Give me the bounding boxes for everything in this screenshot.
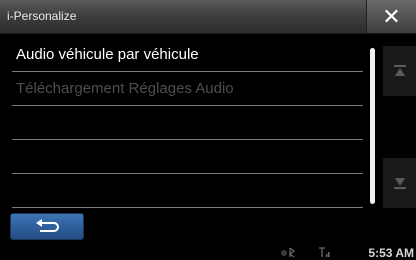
status-bar: 5:53 AM: [0, 246, 416, 260]
bluetooth-icon: [281, 247, 295, 258]
scroll-thumb[interactable]: [370, 48, 375, 204]
list-item-telechargement: Téléchargement Réglages Audio: [12, 72, 363, 106]
scroll-track[interactable]: [370, 48, 375, 204]
settings-list: Audio véhicule par véhicule Téléchargeme…: [12, 38, 363, 208]
back-button[interactable]: [10, 213, 84, 240]
window-title: i-Personalize: [7, 9, 77, 23]
list-item-empty: [12, 174, 363, 208]
i-personalize-screen: i-Personalize ✕ Audio véhicule par véhic…: [0, 0, 416, 260]
list-item-label: Audio véhicule par véhicule: [16, 46, 199, 63]
scroll-bottom-button[interactable]: [383, 158, 416, 208]
return-arrow-icon: [36, 218, 59, 232]
scroll-top-icon: [393, 65, 406, 76]
list-item-empty: [12, 140, 363, 174]
list-item-label: Téléchargement Réglages Audio: [16, 80, 234, 97]
scroll-top-button[interactable]: [383, 46, 416, 96]
close-button[interactable]: ✕: [366, 0, 416, 33]
list-item-empty: [12, 106, 363, 140]
scroll-bottom-icon: [393, 178, 406, 189]
scrollbar: [363, 34, 416, 212]
signal-icon: [319, 247, 330, 257]
list-item-audio-vehicule[interactable]: Audio véhicule par véhicule: [12, 38, 363, 72]
close-icon: ✕: [382, 3, 401, 29]
title-bar: i-Personalize ✕: [0, 0, 416, 34]
